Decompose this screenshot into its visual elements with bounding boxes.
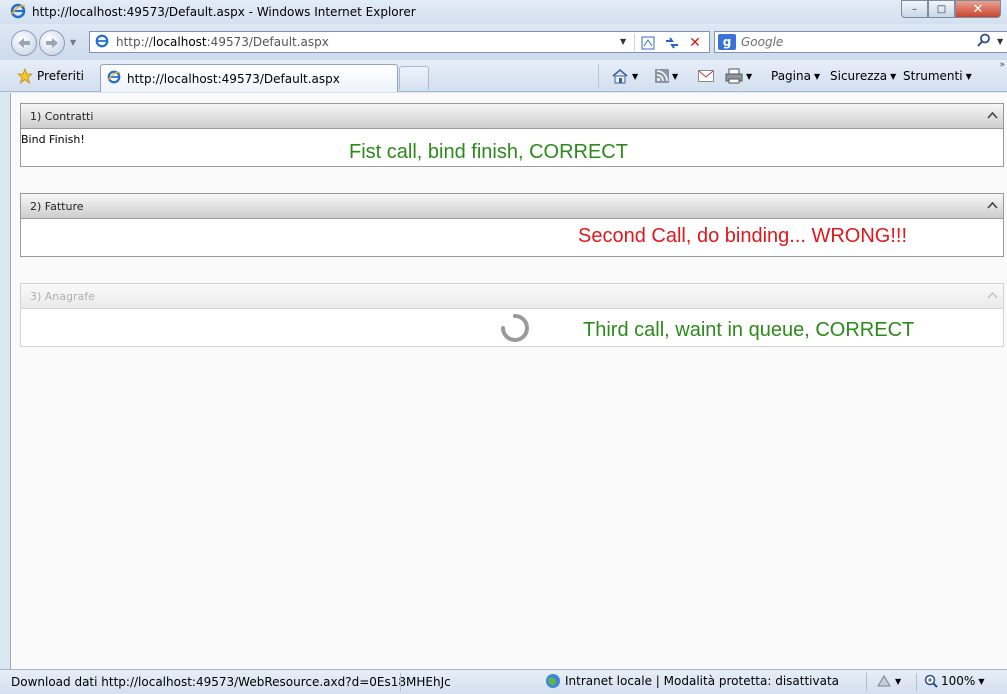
panel-header[interactable]: 2) Fatture <box>20 193 1004 219</box>
tab-default-aspx[interactable]: http://localhost:49573/Default.aspx <box>100 64 398 92</box>
safety-menu[interactable]: Sicurezza ▼ <box>830 66 896 86</box>
address-dropdown[interactable]: ▼ <box>620 37 626 46</box>
google-logo-icon: g <box>718 34 736 50</box>
tab-label: http://localhost:49573/Default.aspx <box>127 71 340 86</box>
maximize-button[interactable]: □ <box>928 0 955 18</box>
new-tab-button[interactable] <box>399 66 429 90</box>
loading-spinner-icon <box>500 313 530 346</box>
close-window-button[interactable]: ✕ <box>955 0 1001 18</box>
tab-page-icon <box>107 70 121 87</box>
star-icon <box>17 68 33 84</box>
globe-icon <box>546 674 560 688</box>
forward-button[interactable] <box>39 30 65 56</box>
favorites-label: Preferiti <box>37 69 84 83</box>
chevron-down-icon: ▼ <box>813 71 821 81</box>
search-box[interactable]: g Google ▼ <box>714 31 1007 53</box>
panel-title: 2) Fatture <box>30 199 84 213</box>
navigation-bar: ▼ http://localhost:49573/Default.aspx ▼ … <box>0 24 1007 60</box>
panel-contratti: 1) Contratti Bind Finish! Fist call, bin… <box>20 103 1004 167</box>
annotation-correct: Fist call, bind finish, CORRECT <box>349 141 628 163</box>
mail-button[interactable] <box>698 66 714 86</box>
zoom-icon <box>924 674 938 688</box>
print-icon <box>725 68 743 84</box>
chevron-down-icon: ▼ <box>978 676 985 686</box>
annotation-wrong: Second Call, do binding... WRONG!!! <box>578 225 908 247</box>
panel-body: Second Call, do binding... WRONG!!! <box>20 219 1004 257</box>
panel-fatture: 2) Fatture Second Call, do binding... WR… <box>20 193 1004 257</box>
page-menu-label: Pagina <box>771 69 811 83</box>
page-menu[interactable]: Pagina ▼ <box>771 66 820 86</box>
tools-menu[interactable]: Strumenti ▼ <box>903 66 972 86</box>
panel-title: 3) Anagrafe <box>30 289 95 303</box>
panel-body: Third call, waint in queue, CORRECT <box>20 309 1004 347</box>
refresh-icon[interactable] <box>662 34 682 51</box>
favorites-bar: Preferiti http://localhost:49573/Default… <box>0 60 1007 92</box>
back-arrow-icon <box>18 38 30 48</box>
favorites-button[interactable]: Preferiti <box>12 65 89 87</box>
search-options-dropdown[interactable]: ▼ <box>997 37 1003 46</box>
status-separator <box>916 673 917 691</box>
annotation-correct: Third call, waint in queue, CORRECT <box>583 319 915 341</box>
panel-body: Bind Finish! Fist call, bind finish, COR… <box>20 129 1004 167</box>
mail-icon <box>698 70 714 82</box>
feeds-icon <box>655 69 669 83</box>
security-zone[interactable]: Intranet locale | Modalità protetta: dis… <box>545 673 839 689</box>
panel-anagrafe: 3) Anagrafe Third call, waint in queue, … <box>20 283 1004 347</box>
chevron-down-icon: ▼ <box>890 71 897 81</box>
status-text: Download dati http://localhost:49573/Web… <box>11 675 451 689</box>
home-dropdown[interactable]: ▼ <box>632 72 638 81</box>
chevron-down-icon: ▼ <box>895 676 902 686</box>
home-button[interactable]: ▼ <box>611 66 638 86</box>
addons-button[interactable]: ▼ <box>876 674 901 688</box>
addons-icon <box>877 675 891 687</box>
page-icon <box>95 34 109 51</box>
window-titlebar: http://localhost:49573/Default.aspx - Wi… <box>0 0 1007 24</box>
print-button[interactable]: ▼ <box>725 66 752 86</box>
command-bar-separator <box>598 64 599 88</box>
minimize-button[interactable]: – <box>901 0 928 18</box>
panel-header[interactable]: 3) Anagrafe <box>20 283 1004 309</box>
status-separator <box>866 673 867 691</box>
zone-text: Intranet locale | Modalità protetta: dis… <box>565 674 840 688</box>
address-separator <box>634 34 635 51</box>
back-button[interactable] <box>11 30 37 56</box>
chevron-down-icon: ▼ <box>965 71 972 81</box>
address-input[interactable]: http://localhost:49573/Default.aspx <box>116 35 329 49</box>
ie-logo-icon <box>10 3 26 22</box>
feeds-button[interactable]: ▼ <box>655 66 678 86</box>
collapse-icon[interactable] <box>987 199 998 212</box>
compatibility-view-icon[interactable] <box>638 34 658 51</box>
zoom-button[interactable]: 100% ▼ <box>924 674 984 688</box>
home-icon <box>612 68 628 84</box>
more-commands-icon[interactable]: » <box>999 60 1005 70</box>
window-controls: – □ ✕ <box>901 0 1001 18</box>
forward-arrow-icon <box>46 38 58 48</box>
feeds-dropdown[interactable]: ▼ <box>672 72 678 81</box>
collapse-icon[interactable] <box>987 289 998 302</box>
stop-icon[interactable]: ✕ <box>685 34 705 51</box>
address-bar[interactable]: http://localhost:49573/Default.aspx ▼ ✕ <box>89 31 710 53</box>
search-placeholder[interactable]: Google <box>741 35 783 49</box>
bind-status-text: Bind Finish! <box>21 133 85 146</box>
safety-menu-label: Sicurezza <box>830 69 888 83</box>
zoom-level: 100% <box>941 674 976 688</box>
panel-header[interactable]: 1) Contratti <box>20 103 1004 129</box>
window-title: http://localhost:49573/Default.aspx - Wi… <box>32 5 416 19</box>
search-icon[interactable] <box>977 33 991 51</box>
status-separator <box>400 673 401 691</box>
status-bar: Download dati http://localhost:49573/Web… <box>0 669 1007 694</box>
recent-pages-dropdown[interactable]: ▼ <box>70 38 76 47</box>
panel-title: 1) Contratti <box>30 109 94 123</box>
print-dropdown[interactable]: ▼ <box>746 72 752 81</box>
page-content: 1) Contratti Bind Finish! Fist call, bin… <box>10 93 1007 669</box>
tools-menu-label: Strumenti <box>903 69 963 83</box>
collapse-icon[interactable] <box>987 109 998 122</box>
